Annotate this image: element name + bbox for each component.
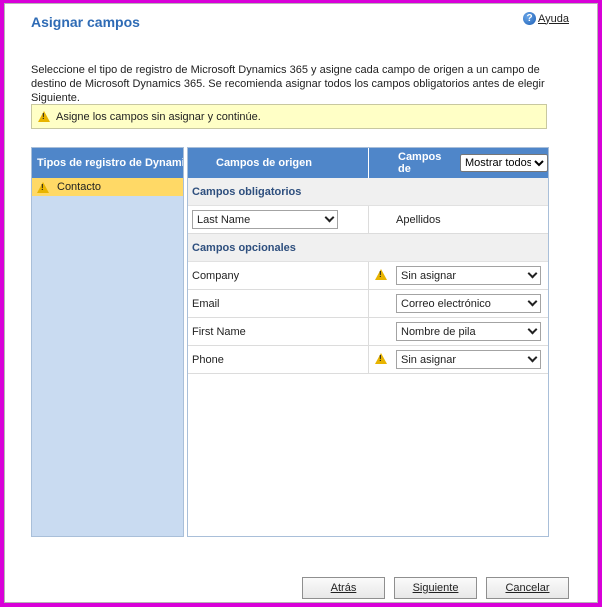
next-button[interactable]: Siguiente	[394, 577, 477, 599]
record-types-panel: Tipos de registro de Dynamics Contacto	[31, 147, 184, 537]
target-cell: Nombre de pila	[369, 318, 548, 345]
target-field-value: Correo electrónico	[401, 297, 491, 310]
source-cell: Phone	[188, 346, 369, 373]
chevron-down-icon	[324, 212, 335, 223]
source-fields-header: Campos de origen	[188, 148, 369, 178]
cancel-button-label: Cancelar	[505, 582, 550, 594]
help-label: Ayuda	[538, 12, 569, 25]
record-type-item-contacto[interactable]: Contacto	[32, 178, 183, 196]
warning-text: Asigne los campos sin asignar y continúe…	[56, 110, 261, 123]
table-row: Phone Sin asignar	[188, 346, 548, 374]
optional-fields-section: Campos opcionales	[188, 234, 548, 262]
chevron-down-icon	[527, 268, 538, 279]
source-cell: Last Name	[188, 206, 369, 233]
chevron-down-icon	[527, 324, 538, 335]
target-field-value: Sin asignar	[401, 353, 457, 366]
help-link[interactable]: ? Ayuda	[523, 12, 569, 25]
target-cell: Sin asignar	[369, 346, 548, 373]
target-field-value: Sin asignar	[401, 269, 457, 282]
warning-icon	[375, 353, 387, 364]
target-field-value: Apellidos	[396, 213, 441, 226]
map-fields-dialog: Asignar campos ? Ayuda Seleccione el tip…	[4, 3, 598, 603]
field-mapping-grid: Campos de origen Campos de Mostrar todos…	[187, 147, 549, 537]
warning-icon	[375, 269, 387, 280]
next-button-label: Siguiente	[412, 582, 459, 594]
target-field-select[interactable]: Sin asignar	[396, 266, 541, 285]
show-filter-select[interactable]: Mostrar todos	[460, 154, 548, 172]
chevron-down-icon	[527, 296, 538, 307]
target-cell: Correo electrónico	[369, 290, 548, 317]
source-cell: Email	[188, 290, 369, 317]
record-type-label: Contacto	[57, 181, 102, 193]
record-types-header: Tipos de registro de Dynamics	[32, 148, 183, 178]
back-button[interactable]: Atrás	[302, 577, 385, 599]
back-button-label: Atrás	[330, 582, 357, 594]
target-fields-header: Campos de Mostrar todos	[369, 148, 548, 178]
source-cell: First Name	[188, 318, 369, 345]
target-fields-header-label: Campos de	[398, 151, 442, 175]
chevron-down-icon	[527, 352, 538, 363]
warning-icon	[37, 181, 49, 193]
table-row: Company Sin asignar	[188, 262, 548, 290]
target-field-value: Nombre de pila	[401, 325, 476, 338]
warning-bar: Asigne los campos sin asignar y continúe…	[31, 104, 547, 129]
source-field-value: Last Name	[197, 213, 251, 226]
source-cell: Company	[188, 262, 369, 289]
dialog-description: Seleccione el tipo de registro de Micros…	[31, 64, 545, 104]
grid-header: Campos de origen Campos de Mostrar todos	[188, 148, 548, 178]
target-field-select[interactable]: Nombre de pila	[396, 322, 541, 341]
target-cell: Sin asignar	[369, 262, 548, 289]
source-field-select[interactable]: Last Name	[192, 210, 338, 229]
table-row: Last Name Apellidos	[188, 206, 548, 234]
help-icon: ?	[523, 12, 536, 25]
warning-icon	[38, 111, 50, 122]
target-field-select[interactable]: Correo electrónico	[396, 294, 541, 313]
cancel-button[interactable]: Cancelar	[486, 577, 569, 599]
required-fields-section: Campos obligatorios	[188, 178, 548, 206]
table-row: First Name Nombre de pila	[188, 318, 548, 346]
target-cell: Apellidos	[369, 206, 548, 233]
dialog-title: Asignar campos	[31, 14, 140, 30]
target-field-select[interactable]: Sin asignar	[396, 350, 541, 369]
table-row: Email Correo electrónico	[188, 290, 548, 318]
